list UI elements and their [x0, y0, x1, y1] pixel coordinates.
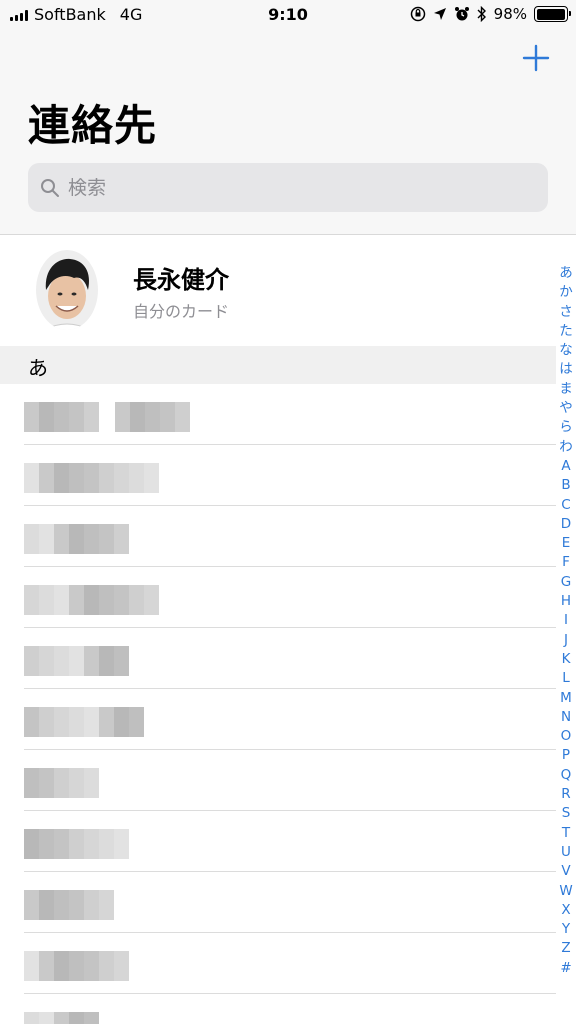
index-letter[interactable]: ま	[559, 380, 573, 399]
status-bar: SoftBank 4G 9:10 98%	[0, 0, 576, 30]
index-letter[interactable]: M	[560, 689, 572, 708]
index-letter[interactable]: P	[562, 746, 570, 765]
index-letter[interactable]: K	[562, 650, 571, 669]
redacted-name	[24, 768, 99, 798]
contact-row[interactable]	[0, 811, 556, 872]
redacted-name	[24, 707, 144, 737]
index-letter[interactable]: や	[559, 399, 573, 418]
index-letter[interactable]: さ	[559, 303, 573, 322]
index-letter[interactable]: O	[561, 727, 572, 746]
contact-row[interactable]	[0, 384, 556, 445]
my-card-subtitle: 自分のカード	[133, 302, 230, 321]
index-letter[interactable]: は	[559, 360, 573, 379]
battery-percent: 98%	[493, 5, 527, 23]
index-letter[interactable]: L	[562, 669, 570, 688]
contact-row[interactable]	[0, 689, 556, 750]
contact-row[interactable]	[0, 567, 556, 628]
battery-icon	[534, 6, 571, 22]
battery-level	[536, 8, 565, 20]
orientation-lock-icon	[410, 6, 425, 22]
index-letter[interactable]: わ	[559, 438, 573, 457]
my-card-name: 長永健介	[133, 266, 229, 294]
magnifier-icon	[41, 178, 59, 197]
contact-row[interactable]	[0, 445, 556, 506]
index-letter[interactable]: N	[561, 708, 571, 727]
contact-row[interactable]	[0, 750, 556, 811]
index-letter[interactable]: な	[559, 341, 573, 360]
contact-row[interactable]	[0, 628, 556, 689]
avatar	[36, 250, 98, 330]
redacted-name	[24, 402, 99, 432]
redacted-name	[24, 646, 129, 676]
redacted-name	[24, 829, 129, 859]
index-letter[interactable]: C	[561, 496, 570, 515]
index-letter[interactable]: A	[561, 457, 570, 476]
index-letter[interactable]: D	[561, 515, 571, 534]
contact-row[interactable]	[0, 506, 556, 567]
index-letter[interactable]: W	[559, 882, 572, 901]
redacted-name	[24, 1012, 99, 1024]
index-letter[interactable]: か	[559, 283, 573, 302]
index-letter[interactable]: Y	[562, 920, 570, 939]
contact-row[interactable]	[0, 933, 556, 994]
index-letter[interactable]: V	[561, 862, 570, 881]
index-letter[interactable]: Q	[561, 766, 572, 785]
redacted-name	[24, 463, 159, 493]
index-letter[interactable]: B	[561, 476, 570, 495]
index-letter[interactable]: U	[561, 843, 571, 862]
contact-row[interactable]	[0, 994, 556, 1024]
redacted-name	[115, 402, 190, 432]
index-letter[interactable]: E	[562, 534, 571, 553]
index-letter[interactable]: R	[561, 785, 570, 804]
index-letter[interactable]: F	[562, 553, 570, 572]
contact-list	[0, 384, 556, 1024]
section-header: あ	[0, 346, 556, 384]
section-index-bar[interactable]: あかさたなはまやらわ A B C D E F G H I J K L M N O P Q R S T U V W X Y Z #	[556, 264, 576, 978]
section-letter: あ	[28, 356, 48, 380]
redacted-name	[24, 951, 129, 981]
contact-row[interactable]	[0, 872, 556, 933]
index-letter[interactable]: た	[559, 322, 573, 341]
index-letter[interactable]: T	[562, 824, 570, 843]
index-letter[interactable]: ら	[559, 418, 573, 437]
status-right: 98%	[410, 5, 571, 23]
redacted-name	[24, 585, 159, 615]
index-letter[interactable]: I	[564, 611, 568, 630]
redacted-name	[24, 524, 129, 554]
bluetooth-icon	[477, 6, 486, 22]
alarm-icon	[454, 7, 469, 21]
navigation-header: 連絡先	[0, 0, 576, 235]
index-letter[interactable]: あ	[559, 264, 573, 283]
index-letter[interactable]: Z	[561, 939, 570, 958]
index-letter[interactable]: H	[561, 592, 571, 611]
index-letter[interactable]: S	[562, 804, 571, 823]
plus-icon	[522, 44, 550, 72]
my-contact-card[interactable]: 長永健介 自分のカード	[0, 236, 556, 346]
add-contact-button[interactable]	[518, 40, 554, 76]
redacted-name	[24, 890, 114, 920]
index-letter[interactable]: #	[560, 959, 571, 978]
index-letter[interactable]: J	[564, 631, 568, 650]
search-input[interactable]	[68, 176, 508, 199]
location-icon	[433, 8, 446, 20]
page-title: 連絡先	[28, 101, 158, 150]
index-letter[interactable]: G	[561, 573, 571, 592]
index-letter[interactable]: X	[561, 901, 570, 920]
search-bar[interactable]	[28, 163, 548, 212]
